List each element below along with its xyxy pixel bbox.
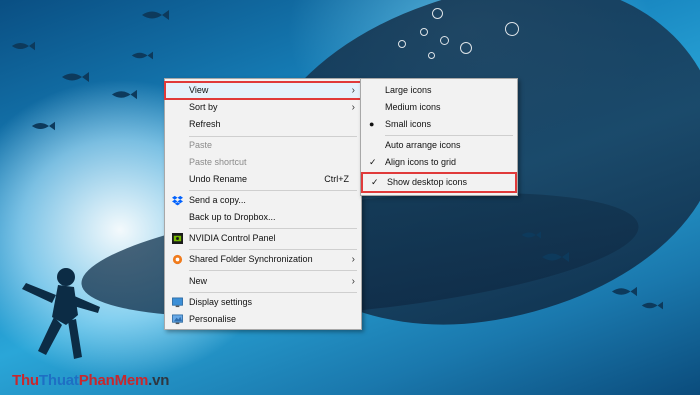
watermark-part: Thuat (38, 372, 79, 389)
menu-separator (385, 135, 513, 136)
fish-icon (641, 301, 663, 310)
sync-icon (172, 254, 183, 265)
menu-item-label: Paste shortcut (189, 157, 247, 167)
bubble (428, 52, 435, 59)
menu-item-paste: Paste (165, 137, 361, 154)
checkmark-icon: ✓ (371, 177, 379, 187)
fish-icon (542, 252, 569, 262)
menu-item-display-settings[interactable]: Display settings (165, 294, 361, 311)
chevron-right-icon: › (351, 102, 355, 113)
menu-item-label: Refresh (189, 119, 221, 129)
menu-item-label: Sort by (189, 102, 218, 112)
menu-item-shortcut: Ctrl+Z (324, 174, 349, 184)
menu-item-label: Paste (189, 140, 213, 150)
menu-item-sort-by[interactable]: Sort by › (165, 99, 361, 116)
menu-separator (189, 249, 357, 250)
menu-item-shared-folder-sync[interactable]: Shared Folder Synchronization › (165, 251, 361, 268)
submenu-item-large-icons[interactable]: Large icons (361, 82, 517, 99)
submenu-item-label: Align icons to grid (385, 157, 457, 167)
menu-separator (189, 292, 357, 293)
bubble (420, 28, 428, 36)
fish-icon (131, 51, 153, 60)
submenu-item-auto-arrange[interactable]: Auto arrange icons (361, 137, 517, 154)
menu-separator (189, 228, 357, 229)
menu-item-view[interactable]: View › (164, 81, 362, 100)
display-icon (172, 297, 183, 308)
submenu-item-label: Large icons (385, 85, 432, 95)
menu-item-label: NVIDIA Control Panel (189, 233, 276, 243)
submenu-item-small-icons[interactable]: ● Small icons (361, 116, 517, 133)
fish-icon (521, 231, 541, 239)
site-watermark: ThuThuatPhanMem.vn (12, 372, 169, 389)
personalise-icon (172, 314, 183, 325)
menu-item-label: View (189, 85, 209, 95)
bubble (505, 22, 519, 36)
fish-icon (11, 41, 35, 51)
watermark-part: Thu (12, 372, 39, 389)
chevron-right-icon: › (351, 254, 355, 265)
bubble (432, 8, 443, 19)
bubble (440, 36, 449, 45)
checkmark-icon: ✓ (369, 157, 377, 167)
diver-silhouette (22, 268, 100, 359)
submenu-item-label: Auto arrange icons (385, 140, 461, 150)
menu-item-refresh[interactable]: Refresh (165, 116, 361, 133)
view-submenu: Large icons Medium icons ● Small icons A… (360, 78, 518, 196)
nvidia-icon (172, 233, 183, 244)
submenu-item-label: Show desktop icons (387, 177, 468, 187)
chevron-right-icon: › (351, 85, 355, 96)
menu-item-label: Send a copy... (189, 195, 246, 205)
desktop-context-menu: View › Sort by › Refresh Paste Paste sho… (164, 78, 362, 330)
menu-item-back-up-to-dropbox[interactable]: Back up to Dropbox... (165, 209, 361, 226)
menu-item-label: New (189, 276, 208, 286)
menu-item-undo-rename[interactable]: Undo Rename Ctrl+Z (165, 171, 361, 188)
fish-icon (62, 72, 89, 82)
menu-separator (189, 190, 357, 191)
radio-dot-icon: ● (369, 119, 375, 129)
menu-item-label: Personalise (189, 314, 237, 324)
fish-icon (31, 121, 55, 131)
menu-item-personalise[interactable]: Personalise (165, 311, 361, 328)
submenu-item-align-to-grid[interactable]: ✓ Align icons to grid (361, 154, 517, 171)
bubble (398, 40, 406, 48)
submenu-item-show-desktop-icons[interactable]: ✓ Show desktop icons (361, 172, 517, 193)
dropbox-icon (172, 195, 183, 206)
menu-separator (189, 270, 357, 271)
fish-icon (111, 89, 137, 100)
menu-item-label: Display settings (189, 297, 253, 307)
watermark-part: .vn (148, 372, 170, 389)
bubble (460, 42, 472, 54)
submenu-item-label: Small icons (385, 119, 432, 129)
menu-item-send-a-copy[interactable]: Send a copy... (165, 192, 361, 209)
chevron-right-icon: › (351, 276, 355, 287)
menu-item-label: Back up to Dropbox... (189, 212, 276, 222)
fish-icon (142, 10, 169, 20)
watermark-part: PhanMem (78, 372, 149, 389)
menu-item-paste-shortcut: Paste shortcut (165, 154, 361, 171)
fish-icon (611, 286, 637, 297)
menu-item-new[interactable]: New › (165, 273, 361, 290)
submenu-item-medium-icons[interactable]: Medium icons (361, 99, 517, 116)
submenu-item-label: Medium icons (385, 102, 441, 112)
menu-item-nvidia-control-panel[interactable]: NVIDIA Control Panel (165, 230, 361, 247)
menu-item-label: Shared Folder Synchronization (189, 254, 313, 264)
menu-item-label: Undo Rename (189, 174, 248, 184)
